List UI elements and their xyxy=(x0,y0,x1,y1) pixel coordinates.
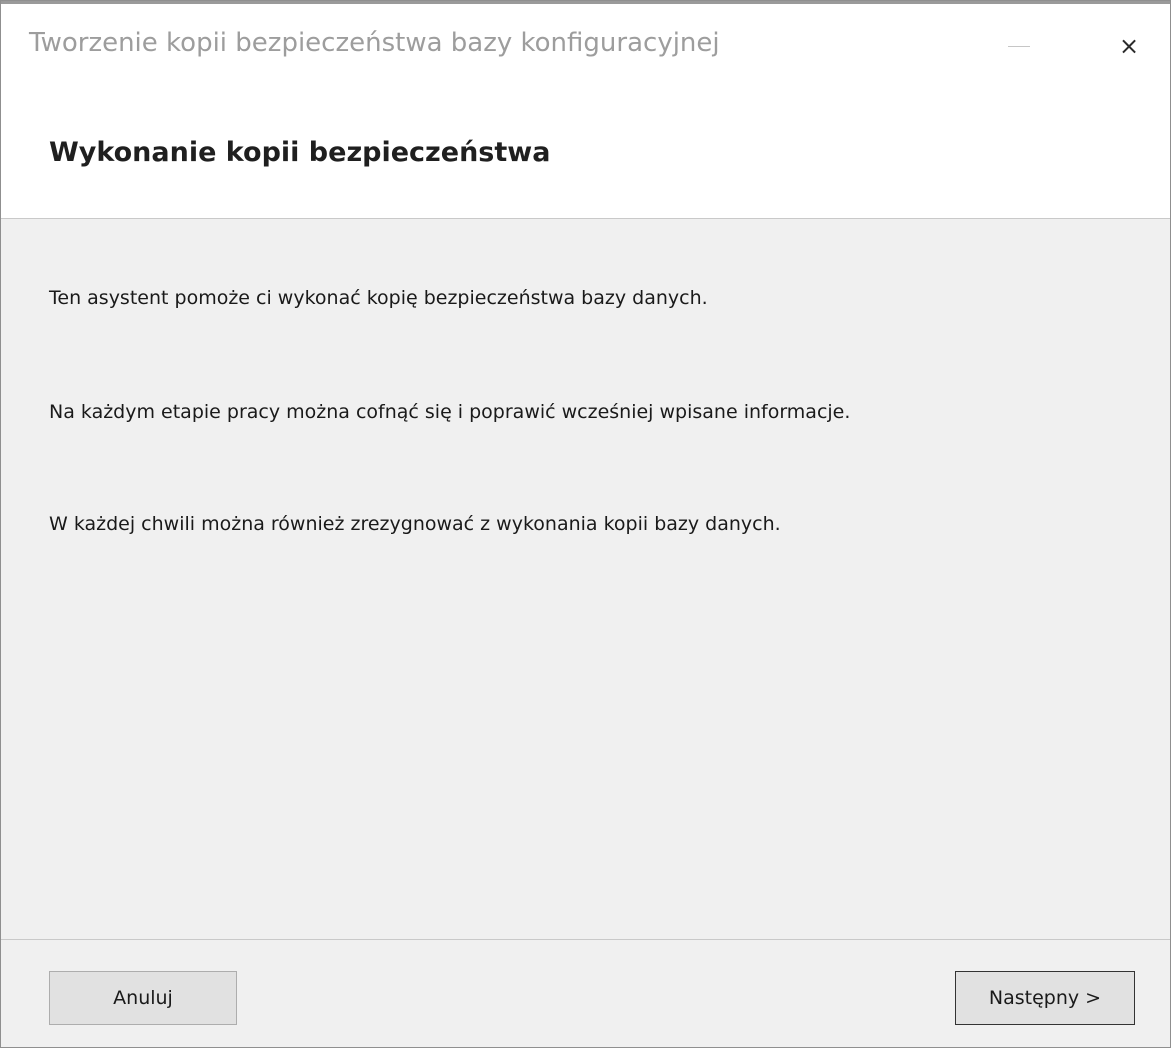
next-button[interactable]: Następny > xyxy=(955,971,1135,1025)
cancel-info-text: W każdej chwili można również zrezygnowa… xyxy=(49,513,781,535)
page-title: Wykonanie kopii bezpieczeństwa xyxy=(49,137,551,168)
minimize-icon xyxy=(1008,45,1030,47)
wizard-header: Wykonanie kopii bezpieczeństwa xyxy=(1,85,1170,219)
title-bar[interactable]: Tworzenie kopii bezpieczeństwa bazy konf… xyxy=(1,1,1170,85)
undo-info-text: Na każdym etapie pracy można cofnąć się … xyxy=(49,401,851,423)
close-button[interactable]: × xyxy=(1099,20,1159,72)
close-icon: × xyxy=(1118,32,1140,60)
next-button-label: Następny > xyxy=(988,987,1102,1009)
footer-divider xyxy=(1,939,1170,940)
window-title: Tworzenie kopii bezpieczeństwa bazy konf… xyxy=(29,28,720,58)
cancel-button-label: Anuluj xyxy=(113,987,173,1009)
cancel-button[interactable]: Anuluj xyxy=(49,971,237,1025)
intro-text: Ten asystent pomoże ci wykonać kopię bez… xyxy=(49,287,708,309)
wizard-dialog: Tworzenie kopii bezpieczeństwa bazy konf… xyxy=(0,0,1171,1048)
minimize-button[interactable] xyxy=(989,20,1049,72)
wizard-content: Ten asystent pomoże ci wykonać kopię bez… xyxy=(1,219,1170,939)
